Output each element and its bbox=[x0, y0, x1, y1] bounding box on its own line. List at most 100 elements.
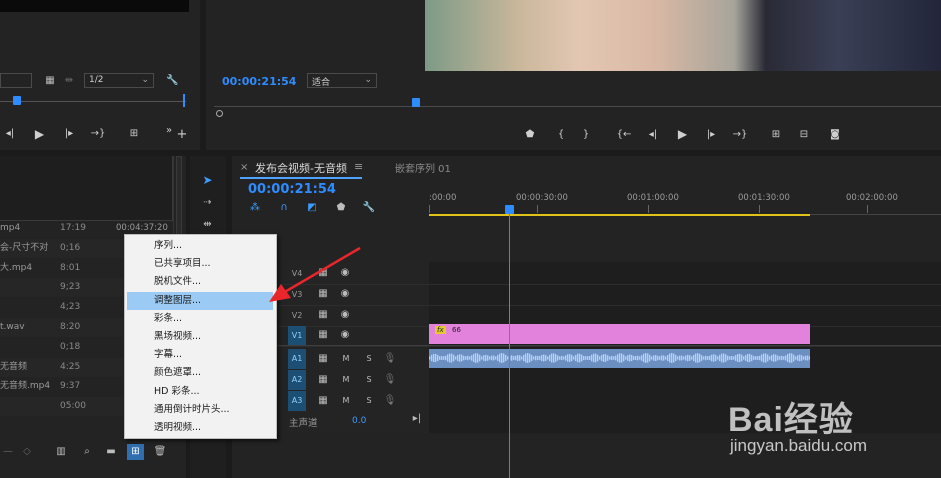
timeline-playhead-handle[interactable] bbox=[505, 205, 514, 214]
track-label[interactable]: A1 bbox=[288, 349, 306, 369]
nest-icon[interactable]: ⁂ bbox=[248, 202, 262, 214]
microphone-icon[interactable]: 🎙 bbox=[384, 374, 397, 386]
step-back-icon[interactable]: ◂| bbox=[4, 127, 16, 140]
camera-icon[interactable]: ◙ bbox=[828, 128, 842, 140]
freeform-view-icon[interactable]: — bbox=[2, 446, 14, 458]
go-to-out-icon[interactable]: →} bbox=[91, 127, 106, 140]
step-forward-icon[interactable]: |▸ bbox=[705, 128, 717, 140]
audio-clip[interactable] bbox=[429, 349, 810, 368]
go-to-in-icon[interactable]: {← bbox=[617, 128, 632, 140]
annotation-arrow bbox=[269, 246, 361, 302]
master-volume[interactable]: 0.0 bbox=[352, 416, 366, 426]
mute-button[interactable]: M bbox=[340, 353, 352, 365]
menu-item[interactable]: 字幕... bbox=[127, 346, 273, 364]
menu-item[interactable]: 已共享项目... bbox=[127, 255, 273, 273]
wrench-icon[interactable]: 🔧 bbox=[362, 202, 376, 214]
timeline-timecode[interactable]: 00:00:21:54 bbox=[248, 182, 336, 197]
wrench-icon[interactable]: 🔧 bbox=[166, 74, 179, 87]
go-to-out-icon[interactable]: →} bbox=[733, 128, 748, 140]
new-item-icon[interactable]: ⊞ bbox=[127, 444, 144, 460]
menu-item[interactable]: 黑场视频... bbox=[127, 328, 273, 346]
fx-badge: fx bbox=[435, 326, 446, 334]
eye-icon[interactable]: ◉ bbox=[339, 329, 351, 341]
add-marker-icon[interactable]: ⬟ bbox=[335, 202, 347, 214]
go-to-end-icon[interactable]: ▸| bbox=[411, 413, 423, 425]
video-clip[interactable]: fx 66 bbox=[429, 324, 810, 344]
menu-item[interactable]: 彩条... bbox=[127, 310, 273, 328]
step-forward-icon[interactable]: |▸ bbox=[63, 127, 75, 140]
file-duration: 17:19 bbox=[60, 223, 86, 233]
master-track-label: 主声道 bbox=[289, 418, 318, 429]
scrub-start-handle[interactable] bbox=[216, 110, 223, 117]
program-playhead[interactable] bbox=[412, 98, 420, 107]
file-duration: 8:01 bbox=[60, 262, 81, 273]
play-icon[interactable]: ▶ bbox=[33, 127, 46, 141]
timeline-tab-close[interactable]: × bbox=[240, 162, 248, 173]
export-frame-icon[interactable]: ⊞ bbox=[126, 127, 142, 140]
add-icon[interactable]: + bbox=[176, 127, 188, 142]
solo-button[interactable]: S bbox=[363, 353, 375, 365]
mute-button[interactable]: M bbox=[340, 395, 352, 407]
source-dropdown[interactable] bbox=[0, 73, 32, 88]
resolution-select[interactable]: 1/2 ⌄ bbox=[84, 73, 154, 88]
track-label[interactable]: V1 bbox=[288, 326, 306, 346]
menu-item[interactable]: 调整图层... bbox=[127, 291, 273, 310]
lift-icon[interactable]: ⊞ bbox=[768, 128, 784, 140]
link-icon[interactable]: ⇹ bbox=[62, 74, 76, 87]
mark-in-icon[interactable]: { bbox=[556, 128, 566, 140]
work-area-bar[interactable] bbox=[429, 214, 810, 216]
menu-item[interactable]: 透明视频... bbox=[127, 419, 273, 437]
search-icon[interactable]: ⌕ bbox=[81, 446, 93, 458]
timeline-tab-nested[interactable]: 嵌套序列 01 bbox=[395, 160, 451, 175]
track-label[interactable]: A2 bbox=[288, 370, 306, 390]
file-duration: 4;23 bbox=[60, 302, 81, 313]
program-scrub-bar[interactable] bbox=[214, 96, 941, 117]
tab-menu-icon[interactable]: ≡ bbox=[354, 160, 363, 173]
mark-out-icon[interactable]: } bbox=[581, 128, 591, 140]
extract-icon[interactable]: ⊟ bbox=[796, 128, 812, 140]
ripple-edit-tool-icon[interactable]: ⇹ bbox=[197, 216, 218, 234]
solo-button[interactable]: S bbox=[363, 395, 375, 407]
ruler-tick-label: 00:02:00:00 bbox=[846, 193, 898, 203]
source-playhead[interactable] bbox=[13, 96, 21, 105]
solo-button[interactable]: S bbox=[363, 374, 375, 386]
selection-tool-icon[interactable]: ➤ bbox=[197, 170, 218, 190]
linked-selection-icon[interactable]: ◩ bbox=[305, 202, 319, 214]
fit-select[interactable]: 适合 ⌄ bbox=[307, 73, 377, 88]
track-label[interactable]: V2 bbox=[288, 308, 306, 323]
program-timecode[interactable]: 00:00:21:54 bbox=[222, 75, 296, 88]
ruler-tick-label: :00:00 bbox=[429, 193, 457, 203]
film-icon[interactable]: ▦ bbox=[44, 74, 56, 87]
automate-sequence-icon[interactable]: ▥ bbox=[54, 446, 68, 458]
baidu-watermark: Bai经验 jingyan.baidu.com bbox=[728, 392, 938, 462]
snap-magnet-icon[interactable]: ∩ bbox=[277, 202, 291, 214]
microphone-icon[interactable]: 🎙 bbox=[384, 353, 397, 365]
mute-button[interactable]: M bbox=[340, 374, 352, 386]
menu-item[interactable]: 脱机文件... bbox=[127, 273, 273, 291]
film-icon[interactable]: ▦ bbox=[317, 395, 329, 407]
film-icon[interactable]: ▦ bbox=[317, 329, 329, 341]
source-scrub-bar[interactable] bbox=[0, 94, 186, 108]
track-select-tool-icon[interactable]: ⇢ bbox=[197, 193, 218, 213]
timeline-tab-active[interactable]: 发布会视频-无音频 bbox=[255, 160, 347, 176]
zoom-slider-icon[interactable]: ◇ bbox=[22, 446, 32, 458]
play-icon[interactable]: ▶ bbox=[676, 127, 689, 141]
menu-item[interactable]: 通用倒计时片头... bbox=[127, 401, 273, 419]
folder-icon[interactable]: ▬ bbox=[104, 446, 118, 458]
trash-icon[interactable]: 🗑 bbox=[154, 446, 167, 458]
more-icon[interactable]: » bbox=[163, 124, 175, 137]
film-icon[interactable]: ▦ bbox=[317, 374, 329, 386]
eye-icon[interactable]: ◉ bbox=[339, 309, 351, 321]
track-label[interactable]: A3 bbox=[288, 391, 306, 411]
film-icon[interactable]: ▦ bbox=[317, 309, 329, 321]
ruler-tick-label: 00:01:30:00 bbox=[738, 193, 790, 203]
microphone-icon[interactable]: 🎙 bbox=[384, 395, 397, 407]
timeline-playhead-line[interactable] bbox=[509, 208, 510, 478]
tab-underline bbox=[240, 177, 362, 179]
menu-item[interactable]: 颜色遮罩... bbox=[127, 364, 273, 382]
menu-item[interactable]: 序列... bbox=[127, 237, 273, 255]
film-icon[interactable]: ▦ bbox=[317, 353, 329, 365]
menu-item[interactable]: HD 彩条... bbox=[127, 383, 273, 401]
step-back-icon[interactable]: ◂| bbox=[647, 128, 659, 140]
add-marker-icon[interactable]: ⬟ bbox=[525, 128, 535, 140]
